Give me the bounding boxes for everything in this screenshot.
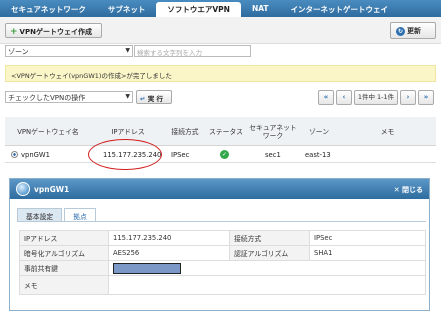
plus-icon: + <box>10 27 18 37</box>
auth-label: 認証アルゴリズム <box>229 245 310 261</box>
last-page-button[interactable]: » <box>418 90 434 105</box>
pagination: « ‹ 1件中 1-1件 › » <box>318 90 434 105</box>
detail-header: vpnGW1 ✕ 閉じる <box>10 179 429 199</box>
encryption-label: 暗号化アルゴリズム <box>19 245 109 261</box>
prev-page-button[interactable]: ‹ <box>336 90 352 105</box>
close-label: 閉じる <box>402 186 423 194</box>
tab-basic-settings[interactable]: 基本設定 <box>17 208 63 221</box>
col-header-method[interactable]: 接続方式 <box>165 117 205 146</box>
col-header-memo[interactable]: メモ <box>339 117 436 146</box>
tab-nat[interactable]: NAT <box>241 0 280 17</box>
detail-fields: IPアドレス 115.177.235.240 接続方式 IPSec 暗号化アルゴ… <box>19 230 426 295</box>
memo-value <box>108 275 426 295</box>
method-value: IPSec <box>309 230 426 246</box>
chevron-down-icon: ▼ <box>125 47 130 54</box>
encryption-value: AES256 <box>108 245 230 261</box>
refresh-label: 更新 <box>407 27 421 35</box>
zone-filter-select[interactable]: ゾーン ▼ <box>5 45 133 57</box>
cell-zone: east-13 <box>305 150 331 159</box>
next-page-button[interactable]: › <box>400 90 416 105</box>
bulk-action-value: チェックしたVPNの操作 <box>8 94 86 102</box>
cell-name: vpnGW1 <box>11 146 91 163</box>
cell-status: ✓ <box>220 146 240 163</box>
execute-label: 実 行 <box>147 95 163 103</box>
top-tab-bar: セキュアネットワーク サブネット ソフトウエアVPN NAT インターネットゲー… <box>0 0 441 17</box>
chevron-down-icon: ▼ <box>125 93 130 100</box>
method-label: 接続方式 <box>229 230 310 246</box>
close-detail-button[interactable]: ✕ 閉じる <box>394 185 423 195</box>
tab-secure-network[interactable]: セキュアネットワーク <box>0 0 97 17</box>
bulk-action-select[interactable]: チェックしたVPNの操作 ▼ <box>5 91 133 103</box>
execute-button[interactable]: ↵ 実 行 <box>136 90 172 104</box>
cell-method: IPSec <box>171 150 190 159</box>
first-page-button[interactable]: « <box>318 90 334 105</box>
table-row[interactable]: vpnGW1 115.177.235.240 IPSec ✓ sec1 east… <box>5 146 436 163</box>
zone-filter-value: ゾーン <box>8 48 29 56</box>
ip-label: IPアドレス <box>19 230 109 246</box>
col-header-status[interactable]: ステータス <box>205 117 247 146</box>
col-header-zone[interactable]: ゾーン <box>299 117 339 146</box>
detail-title: vpnGW1 <box>34 185 70 194</box>
page-info: 1件中 1-1件 <box>354 90 398 105</box>
redacted-secret <box>113 262 181 274</box>
detail-tabs: 基本設定 拠点 <box>17 208 98 221</box>
table-header: VPNゲートウェイ名 IPアドレス 接続方式 ステータス セキュアネット ワーク… <box>5 117 436 146</box>
tab-internet-gateway[interactable]: インターネットゲートウェイ <box>280 0 400 17</box>
psk-label: 事前共有鍵 <box>19 260 109 276</box>
refresh-button[interactable]: ↻ 更新 <box>390 22 436 39</box>
col-header-name[interactable]: VPNゲートウェイ名 <box>5 117 91 146</box>
refresh-icon: ↻ <box>396 27 405 36</box>
success-notice: <VPNゲートウェイ(vpnGW1)の作成>が完了しました <box>5 65 436 82</box>
annotation-circle <box>88 139 162 170</box>
col-header-network[interactable]: セキュアネット ワーク <box>247 117 299 146</box>
tab-software-vpn[interactable]: ソフトウエアVPN <box>156 2 241 17</box>
psk-value <box>108 260 426 276</box>
cell-network: sec1 <box>265 150 281 159</box>
memo-label: メモ <box>19 275 109 295</box>
status-ok-icon: ✓ <box>220 150 229 159</box>
auth-value: SHA1 <box>309 245 426 261</box>
detail-panel: vpnGW1 ✕ 閉じる 基本設定 拠点 IPアドレス 115.177.235.… <box>9 178 430 311</box>
gateway-icon <box>16 182 30 196</box>
search-input[interactable]: 検索する文字列を入力 <box>134 45 251 57</box>
row-radio[interactable] <box>11 151 18 158</box>
cell-memo <box>345 146 435 163</box>
create-label: VPNゲートウェイ作成 <box>19 28 92 36</box>
ip-value: 115.177.235.240 <box>108 230 230 246</box>
tab-subnet[interactable]: サブネット <box>97 0 157 17</box>
toolbar: + VPNゲートウェイ作成 ↻ 更新 <box>0 17 441 44</box>
create-vpn-gateway-button[interactable]: + VPNゲートウェイ作成 <box>5 23 102 38</box>
tab-sites[interactable]: 拠点 <box>64 208 96 221</box>
row-name: vpnGW1 <box>21 150 50 159</box>
tab-divider <box>17 221 426 222</box>
